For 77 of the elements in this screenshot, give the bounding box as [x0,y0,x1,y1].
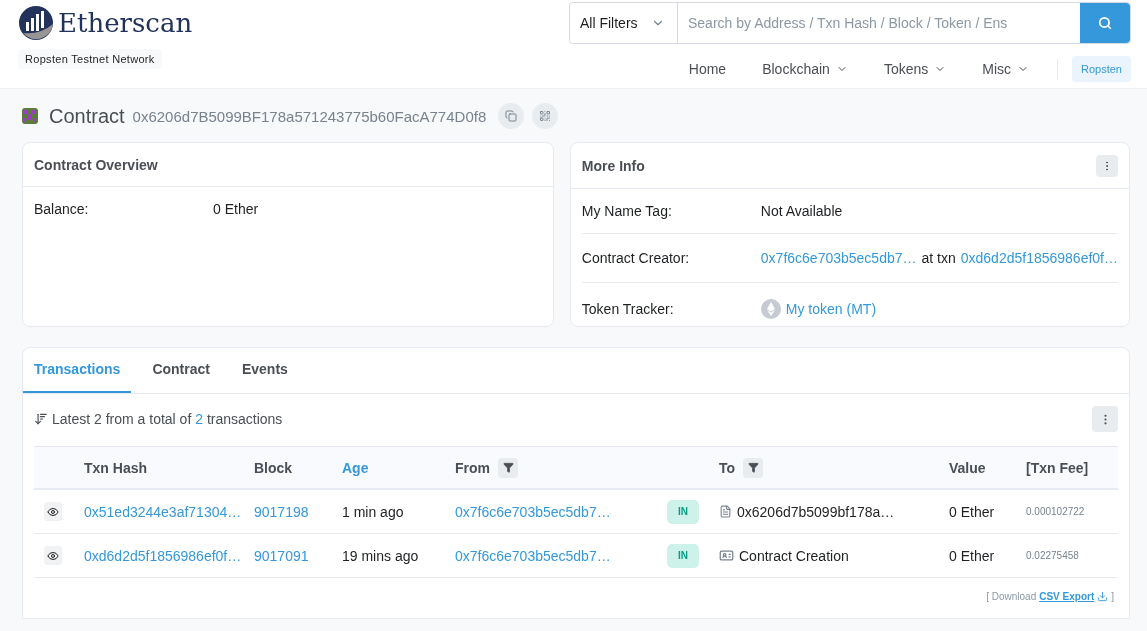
column-header: Txn Hash [84,459,148,476]
eye-icon [47,549,59,562]
direction-badge: IN [667,543,699,568]
value-text: 0 Ether [949,547,996,564]
qr-code-icon [539,110,552,122]
column-header: Block [254,459,294,476]
nav-link[interactable]: Blockchain [746,61,864,77]
filter-button[interactable] [743,457,764,478]
creation-txn-link[interactable]: 0xd6d2d5f1856986ef0f… [960,250,1118,266]
token-link[interactable]: My token (MT) [785,301,877,317]
filter-button[interactable] [498,457,518,478]
nav-link[interactable]: Home [672,61,743,77]
column-header: [Txn Fee] [1026,459,1090,476]
logo-text[interactable]: Etherscan [58,8,193,38]
sort-header-link[interactable]: Age [342,459,455,476]
txn-hash-link[interactable]: 0x51ed3244e3af71304… [84,503,254,520]
logo-icon [18,5,54,41]
info-value: 0 Ether [213,201,260,217]
csv-export-link[interactable]: CSV Export [1039,591,1109,602]
contract-address: 0x6206d7B5099BF178a571243775b60FacA774D0f8 [132,107,487,125]
age-text: 19 mins ago [342,547,420,564]
copy-icon [505,110,518,122]
copy-button[interactable] [498,103,525,129]
fee-text: 0.000102722 [1026,506,1086,517]
tab[interactable]: Contract [141,348,221,393]
network-label: Ropsten Testnet Network [18,49,162,69]
filter-icon [747,462,759,473]
nav-link[interactable]: Tokens [867,61,963,77]
info-value: Not Available [760,203,844,219]
block-link[interactable]: 9017198 [254,503,342,520]
identicon-icon [22,108,38,124]
search-bar[interactable]: All Filters Search by Address / Txn Hash / Block / Token / Ens [569,2,1131,44]
value-text: 0 Ether [949,503,996,520]
search-icon [1098,16,1112,30]
info-label: Token Tracker: [581,301,675,317]
filter-icon [502,462,514,473]
download-icon [1097,591,1109,602]
nav-link[interactable]: Misc [966,61,1045,77]
info-text: at txn [921,250,956,266]
card-icon [719,548,734,563]
card-title: More Info [581,157,645,174]
tab[interactable]: Transactions [23,348,132,393]
to-address: 0x6206d7b5099bf178a… [737,503,895,520]
info-label: Balance: [34,201,90,217]
sort-icon [34,412,48,426]
filter-dropdown[interactable]: All Filters [570,3,678,43]
document-icon [719,505,732,518]
txn-hash-link[interactable]: 0xd6d2d5f1856986ef0f… [84,547,254,564]
column-header: Value [949,459,987,476]
bracket-text: ] [1111,591,1114,602]
download-text: [ Download [986,591,1037,602]
page-title: Contract [49,104,125,128]
direction-badge: IN [667,499,699,524]
network-button[interactable]: Ropsten [1072,56,1131,82]
view-button[interactable] [44,502,62,521]
token-icon [760,299,781,319]
view-button[interactable] [44,546,62,565]
eye-icon [47,505,59,518]
age-text: 1 min ago [342,503,405,520]
info-label: Contract Creator: [581,250,691,266]
column-header: To [719,457,949,478]
qr-code-button[interactable] [532,103,559,129]
tab[interactable]: Events [230,348,299,393]
creator-address-link[interactable]: 0x7f6c6e703b5ec5db7… [760,250,917,266]
card-title: Contract Overview [34,156,158,173]
more-options-button[interactable] [1092,406,1118,432]
search-button[interactable] [1080,3,1130,43]
from-address-link[interactable]: 0x7f6c6e703b5ec5db7… [455,503,667,520]
fee-text: 0.02275458 [1026,550,1080,561]
more-options-button[interactable] [1096,154,1118,177]
from-address-link[interactable]: 0x7f6c6e703b5ec5db7… [455,547,667,564]
block-link[interactable]: 9017091 [254,547,342,564]
column-header: From [455,457,667,478]
summary-text: Latest 2 from a total of 2 transactions [52,411,283,427]
count-link[interactable]: 2 [195,411,203,427]
info-label: My Name Tag: [581,203,673,219]
to-text: Contract Creation [739,547,849,564]
